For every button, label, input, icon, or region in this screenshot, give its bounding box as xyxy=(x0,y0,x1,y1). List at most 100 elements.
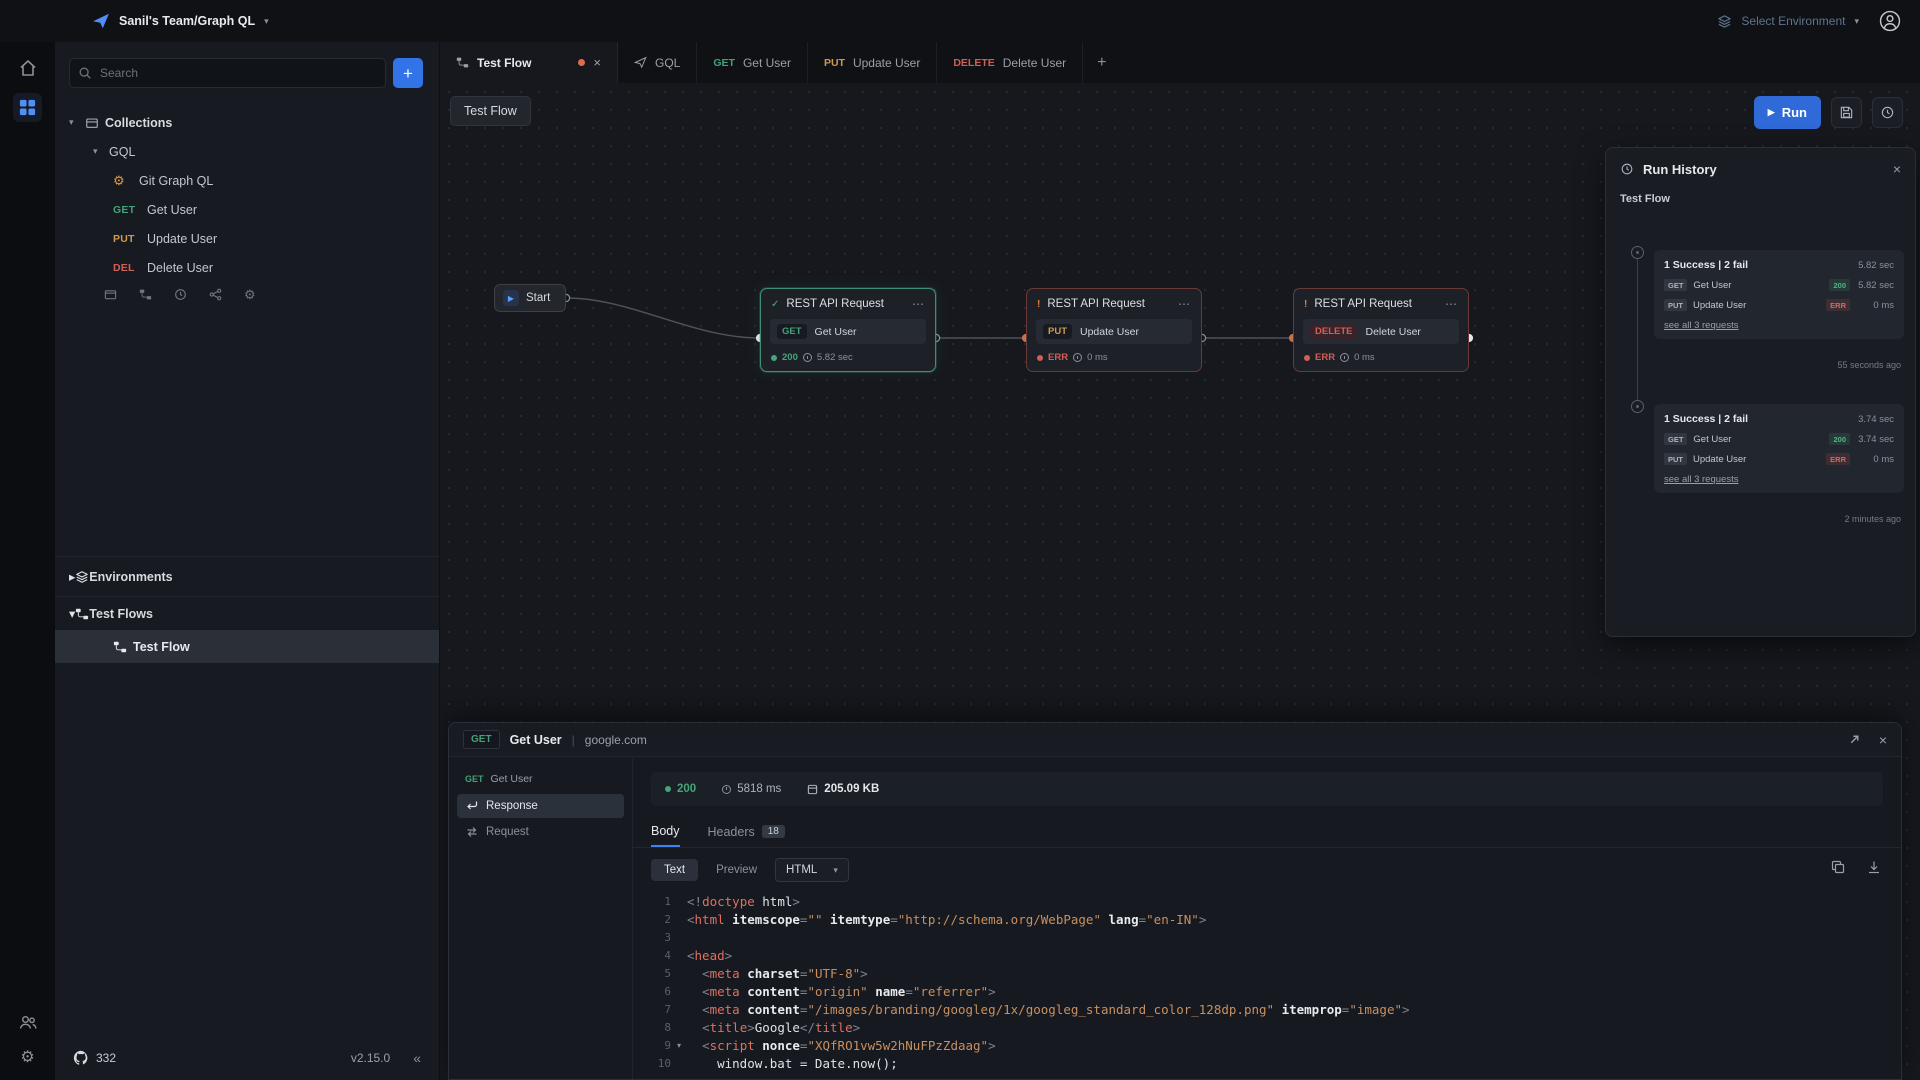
chevron-down-icon: ▾ xyxy=(93,146,109,157)
left-rail: ⚙ xyxy=(0,42,55,1080)
run-controls: ▶ Run xyxy=(1754,96,1903,129)
search-input[interactable] xyxy=(69,58,386,88)
download-icon[interactable] xyxy=(1867,860,1881,874)
request-item-update-user[interactable]: PUT Update User xyxy=(55,224,439,253)
close-icon[interactable]: × xyxy=(1879,732,1887,748)
status-badge: 200 xyxy=(1829,279,1850,291)
collection-action-icons: ⚙ xyxy=(55,282,439,301)
status-badge: ERR xyxy=(1826,299,1850,311)
method-badge: GET xyxy=(463,730,500,749)
flow-icon xyxy=(456,56,469,69)
clock-icon xyxy=(1073,353,1082,362)
nav-item-response[interactable]: Response xyxy=(457,794,624,818)
request-item-get-user[interactable]: GET Get User xyxy=(55,195,439,224)
close-icon[interactable]: × xyxy=(1893,161,1901,177)
node-menu-icon[interactable]: ⋯ xyxy=(1445,297,1458,311)
tab-get-user[interactable]: GET Get User xyxy=(697,42,808,83)
clock-icon[interactable] xyxy=(174,288,187,301)
request-item-git-graph-ql[interactable]: ⚙ Git Graph QL xyxy=(55,166,439,195)
test-flows-header[interactable]: ▾ Test Flows xyxy=(55,596,439,630)
chevron-down-icon: ▾ xyxy=(833,865,838,876)
node-get-user[interactable]: ✓ REST API Request ⋯ GET Get User 200 5.… xyxy=(760,288,936,372)
node-request[interactable]: PUT Update User xyxy=(1036,319,1192,344)
run-entry[interactable]: 1 Success | 2 fail 3.74 sec GET Get User… xyxy=(1654,404,1904,493)
sidebar-item-test-flow[interactable]: Test Flow xyxy=(55,630,439,663)
tab-headers[interactable]: Headers 18 xyxy=(708,816,785,847)
collections-grid-icon[interactable] xyxy=(13,93,42,122)
response-arrow-icon xyxy=(466,800,478,812)
run-button[interactable]: ▶ Run xyxy=(1754,96,1821,129)
format-select[interactable]: HTML ▾ xyxy=(775,858,849,882)
see-all-requests-link[interactable]: see all 3 requests xyxy=(1664,474,1738,485)
share-icon[interactable] xyxy=(209,288,222,301)
user-avatar[interactable] xyxy=(1878,9,1902,33)
workspace-switcher[interactable]: Sanil's Team/Graph QL ▾ xyxy=(92,12,269,30)
node-status: ERR 0 ms xyxy=(1027,349,1201,371)
see-all-requests-link[interactable]: see all 3 requests xyxy=(1664,320,1738,331)
collection-box-icon xyxy=(85,116,105,130)
home-icon[interactable] xyxy=(18,58,38,78)
copy-icon[interactable] xyxy=(1831,860,1845,874)
tab-delete-user[interactable]: DELETE Delete User xyxy=(937,42,1083,83)
add-request-button[interactable]: + xyxy=(393,58,423,88)
settings-gear-icon[interactable]: ⚙ xyxy=(20,1050,34,1066)
node-menu-icon[interactable]: ⋯ xyxy=(912,297,925,311)
rail-bottom: ⚙ xyxy=(18,1012,38,1066)
run-entry[interactable]: 1 Success | 2 fail 5.82 sec GET Get User… xyxy=(1654,250,1904,339)
play-icon: ▶ xyxy=(503,290,519,306)
environment-selector[interactable]: Select Environment ▾ xyxy=(1717,9,1902,33)
tab-test-flow[interactable]: Test Flow × xyxy=(440,42,618,83)
app-root: Sanil's Team/Graph QL ▾ Select Environme… xyxy=(0,0,1920,1080)
save-flow-button[interactable] xyxy=(1831,97,1862,128)
tab-gql[interactable]: GQL xyxy=(618,42,697,83)
users-icon[interactable] xyxy=(18,1012,38,1032)
node-header: ! REST API Request ⋯ xyxy=(1294,289,1468,317)
expand-icon[interactable] xyxy=(1848,733,1861,746)
response-status-bar: 200 5818 ms 205.09 KB xyxy=(651,772,1883,806)
collapse-sidebar-button[interactable]: « xyxy=(413,1050,421,1066)
status-badge: 200 xyxy=(1829,433,1850,445)
timeline-marker xyxy=(1631,400,1644,413)
node-request[interactable]: GET Get User xyxy=(770,319,926,344)
flow-icon xyxy=(75,607,89,621)
code-editor[interactable]: 1<!doctype html>2<html itemscope="" item… xyxy=(633,890,1901,1079)
tab-update-user[interactable]: PUT Update User xyxy=(808,42,937,83)
node-header: ! REST API Request ⋯ xyxy=(1027,289,1201,317)
environments-header[interactable]: ▸ Environments xyxy=(55,556,439,596)
chevron-down-icon: ▾ xyxy=(264,16,269,27)
nav-item-request[interactable]: Request xyxy=(457,820,624,844)
node-menu-icon[interactable]: ⋯ xyxy=(1178,297,1191,311)
node-status: 200 5.82 sec xyxy=(761,349,935,371)
view-controls: Text Preview HTML ▾ xyxy=(633,848,1901,890)
collection-gql[interactable]: ▾ GQL xyxy=(55,137,439,166)
headers-count-badge: 18 xyxy=(762,825,785,838)
node-delete-user[interactable]: ! REST API Request ⋯ DELETE Delete User … xyxy=(1293,288,1469,372)
layers-icon xyxy=(1717,14,1732,29)
sidebar: + ▾ Collections ▾ GQL ⚙ Git Graph QL GET… xyxy=(55,42,440,1080)
run-history-button[interactable] xyxy=(1872,97,1903,128)
close-tab-icon[interactable]: × xyxy=(593,55,601,70)
run-request-row: PUT Update User ERR 0 ms xyxy=(1664,453,1894,465)
node-request[interactable]: DELETE Delete User xyxy=(1303,319,1459,344)
collections-section: ▾ Collections ▾ GQL ⚙ Git Graph QL GET G… xyxy=(55,100,439,556)
tab-body[interactable]: Body xyxy=(651,816,680,847)
gear-icon[interactable]: ⚙ xyxy=(244,288,256,301)
request-item-delete-user[interactable]: DEL Delete User xyxy=(55,253,439,282)
flow-icon[interactable] xyxy=(139,288,152,301)
response-panel: GET Get User | google.com × GET Get User… xyxy=(448,722,1902,1080)
request-arrows-icon xyxy=(466,826,478,838)
collections-header[interactable]: ▾ Collections xyxy=(55,108,439,137)
view-text-button[interactable]: Text xyxy=(651,859,698,881)
start-node[interactable]: ▶ Start xyxy=(494,284,566,312)
flow-icon xyxy=(113,640,127,654)
new-folder-icon[interactable] xyxy=(104,288,117,301)
response-panel-header[interactable]: GET Get User | google.com × xyxy=(449,723,1901,757)
environment-label: Select Environment xyxy=(1741,14,1845,28)
chevron-down-icon: ▾ xyxy=(69,117,85,128)
github-icon[interactable] xyxy=(73,1050,89,1066)
tab-strip: Test Flow × GQL GET Get User PUT Update … xyxy=(440,42,1920,83)
run-request-row: PUT Update User ERR 0 ms xyxy=(1664,299,1894,311)
node-update-user[interactable]: ! REST API Request ⋯ PUT Update User ERR… xyxy=(1026,288,1202,372)
view-preview-button[interactable]: Preview xyxy=(716,864,757,876)
new-tab-button[interactable]: + xyxy=(1083,42,1120,83)
